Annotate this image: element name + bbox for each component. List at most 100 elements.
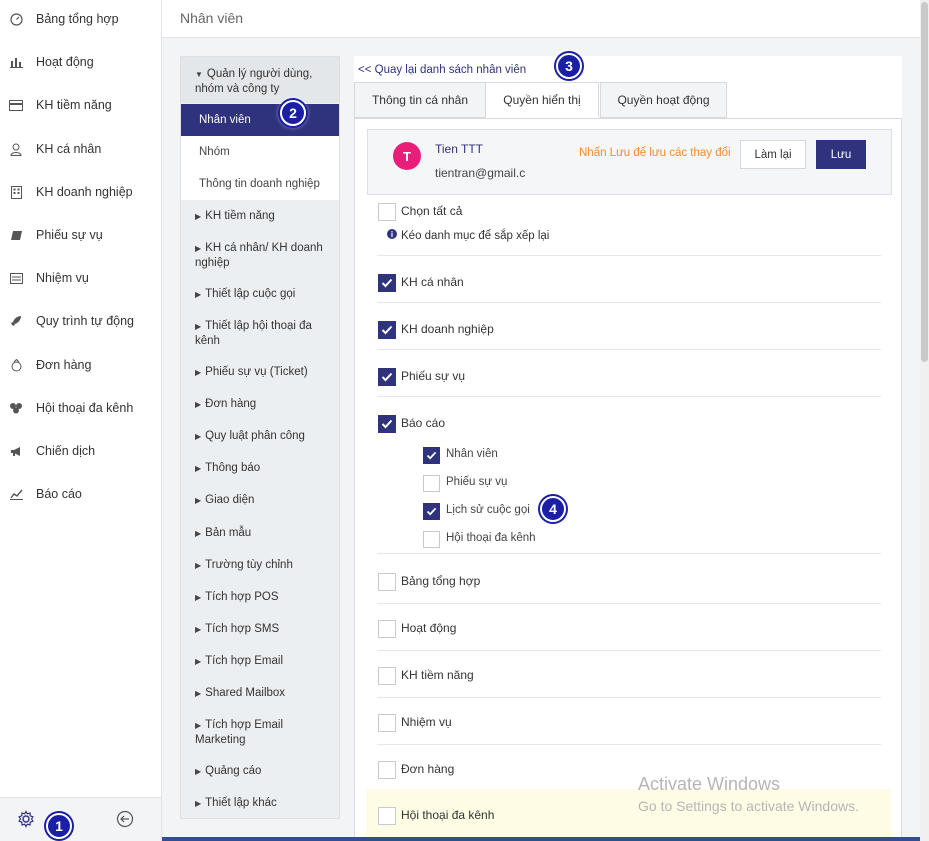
sidebar-item-personal-customers[interactable]: KH cá nhân [0, 134, 160, 164]
divider [377, 349, 881, 350]
permission-checkbox[interactable] [378, 714, 396, 732]
gear-icon[interactable] [17, 810, 35, 831]
menu-label: Quảng cáo [205, 765, 262, 777]
caret-right-icon: ▶ [195, 322, 202, 331]
sidebar-item-activity[interactable]: Hoạt động [0, 47, 160, 77]
permission-checkbox[interactable] [378, 667, 396, 685]
select-all-checkbox[interactable] [378, 203, 396, 221]
submenu-item-groups[interactable]: Nhóm [181, 136, 339, 168]
task-icon [8, 270, 24, 286]
sidebar-item-label: Phiếu sự vụ [36, 228, 103, 242]
sub-permission-checkbox[interactable] [423, 531, 440, 548]
permission-checkbox[interactable] [378, 321, 396, 339]
permission-checkbox[interactable] [378, 274, 396, 292]
ticket-icon [8, 227, 24, 243]
annotation-badge: 1 [46, 813, 72, 839]
sidebar-item-omnichannel[interactable]: Hội thoại đa kênh [0, 393, 160, 423]
permission-checkbox[interactable] [378, 761, 396, 779]
permission-checkbox[interactable] [378, 620, 396, 638]
back-to-employee-list-link[interactable]: << Quay lại danh sách nhân viên [358, 64, 526, 76]
permission-label: KH cá nhân [401, 275, 464, 289]
sidebar-item-automation[interactable]: Quy trình tự động [0, 306, 160, 336]
sub-permission-checkbox[interactable] [423, 475, 440, 492]
menu-label: Thiết lập hội thoại đa kênh [195, 320, 312, 347]
report-icon [8, 486, 24, 502]
caret-right-icon: ▶ [195, 212, 202, 221]
menu-item[interactable]: ▶ Đơn hàng [181, 397, 339, 412]
caret-right-icon: ▶ [195, 689, 202, 698]
menu-item[interactable]: ▶ Thiết lập hội thoại đa kênh [181, 319, 339, 348]
sidebar-item-label: KH doanh nghiệp [36, 185, 133, 199]
settings-menu: ▼ Quản lý người dùng, nhóm và công ty Nhâ… [180, 56, 340, 819]
sidebar-item-dashboard[interactable]: Bảng tổng hợp [0, 4, 160, 34]
menu-item[interactable]: ▶ Shared Mailbox [181, 686, 339, 701]
menu-item[interactable]: ▶ Quy luật phân công [181, 429, 339, 444]
divider [377, 697, 881, 698]
sub-permission-checkbox[interactable] [423, 447, 440, 464]
menu-label: Tích hợp Email Marketing [195, 719, 284, 746]
menu-item[interactable]: ▶ Trường tùy chỉnh [181, 558, 339, 573]
menu-item[interactable]: ▶ Quảng cáo [181, 764, 339, 779]
menu-label: Thông báo [205, 462, 261, 474]
scrollbar-thumb[interactable] [921, 2, 928, 362]
permission-checkbox[interactable] [378, 368, 396, 386]
caret-right-icon: ▶ [195, 593, 202, 602]
tab-display-permissions[interactable]: Quyền hiển thị [485, 82, 599, 118]
caret-right-icon: ▶ [195, 464, 202, 473]
sidebar-item-label: KH cá nhân [36, 142, 102, 156]
menu-item[interactable]: ▶ KH tiềm năng [181, 209, 339, 224]
menu-item[interactable]: ▶ Tích hợp Email [181, 654, 339, 669]
sidebar-item-campaigns[interactable]: Chiến dịch [0, 436, 160, 466]
sidebar-item-business-customers[interactable]: KH doanh nghiệp [0, 177, 160, 207]
menu-label: KH tiềm năng [205, 210, 275, 222]
sidebar-item-label: Hội thoại đa kênh [36, 401, 134, 415]
user-name[interactable]: Tien TTT [435, 142, 483, 156]
sub-permission-label: Hội thoại đa kênh [446, 532, 536, 544]
sidebar-item-label: Chiến dịch [36, 444, 96, 458]
scrollbar[interactable] [920, 0, 929, 841]
menu-item[interactable]: ▶ Tích hợp POS [181, 590, 339, 605]
sidebar-item-tickets[interactable]: Phiếu sự vụ [0, 220, 160, 250]
tab-label: Quyền hoạt động [617, 93, 710, 107]
sidebar-item-tasks[interactable]: Nhiệm vụ [0, 263, 160, 293]
sub-permission-checkbox[interactable] [423, 503, 440, 520]
menu-item[interactable]: ▶ Giao diện [181, 493, 339, 508]
reset-button[interactable]: Làm lại [740, 140, 806, 169]
tab-personal-info[interactable]: Thông tin cá nhân [354, 82, 486, 118]
permission-checkbox[interactable] [378, 807, 396, 825]
select-all-label: Chọn tất cả [401, 204, 463, 218]
caret-right-icon: ▶ [195, 721, 202, 730]
permission-checkbox[interactable] [378, 415, 396, 433]
user-email: tientran@gmail.c [435, 166, 526, 180]
menu-item[interactable]: ▶ Thiết lập cuộc gọi [181, 287, 339, 302]
sidebar-item-label: Hoạt động [36, 55, 94, 69]
menu-item[interactable]: ▶ Tích hợp Email Marketing [181, 718, 339, 747]
dashboard-icon [8, 11, 24, 27]
sidebar-item-leads[interactable]: KH tiềm năng [0, 90, 160, 120]
save-hint: Nhấn Lưu để lưu các thay đổi [579, 147, 731, 159]
menu-item[interactable]: ▶ Thiết lập khác [181, 796, 339, 811]
arrow-left-circle-icon[interactable] [116, 810, 134, 831]
menu-group-label: Quản lý người dùng, nhóm và công ty [195, 68, 313, 95]
divider [377, 553, 881, 554]
menu-group-user-management[interactable]: ▼ Quản lý người dùng, nhóm và công ty [181, 57, 339, 103]
menu-item[interactable]: ▶ Phiếu sự vụ (Ticket) [181, 365, 339, 380]
permission-label: Phiếu sự vụ [401, 369, 466, 383]
menu-item[interactable]: ▶ Tích hợp SMS [181, 622, 339, 637]
menu-item[interactable]: ▶ KH cá nhân/ KH doanh nghiệp [181, 241, 339, 270]
save-button[interactable]: Lưu [816, 140, 866, 169]
order-icon [8, 357, 24, 373]
menu-item[interactable]: ▶ Thông báo [181, 461, 339, 476]
menu-item[interactable]: ▶ Bản mẫu [181, 526, 339, 541]
omnichannel-icon [8, 400, 24, 416]
permission-label: KH doanh nghiệp [401, 322, 494, 336]
sidebar-item-reports[interactable]: Báo cáo [0, 479, 160, 509]
submenu-item-employees[interactable]: Nhân viên [181, 104, 339, 136]
activate-windows-subtitle: Go to Settings to activate Windows. [638, 798, 859, 814]
divider [377, 255, 881, 256]
sidebar-item-orders[interactable]: Đơn hàng [0, 350, 160, 380]
permission-checkbox[interactable] [378, 573, 396, 591]
tab-activity-permissions[interactable]: Quyền hoạt động [600, 82, 727, 118]
submenu-item-company-info[interactable]: Thông tin doanh nghiệp [181, 168, 339, 200]
caret-right-icon: ▶ [195, 496, 202, 505]
